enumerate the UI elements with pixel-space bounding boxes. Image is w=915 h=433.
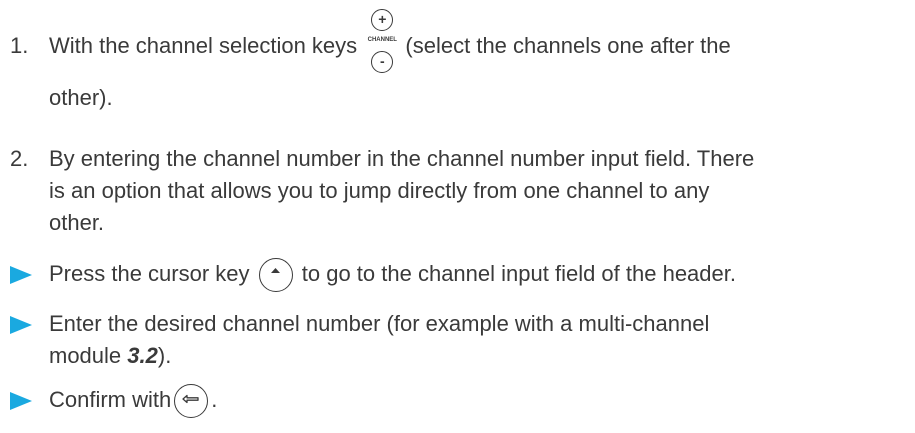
- list-item-1-after: (select the channels one after the: [405, 33, 731, 58]
- list-item-1: 1. With the channel selection keys + CHA…: [0, 9, 905, 110]
- channel-number-example: 3.2: [127, 343, 158, 368]
- list-item-1-line2: other).: [49, 85, 113, 110]
- step-3: Confirm with .: [0, 384, 905, 420]
- step-2-line2-before: module: [49, 343, 128, 368]
- step-1-after: to go to the channel input field of the …: [301, 261, 736, 286]
- list-item-2-text: By entering the channel number in the ch…: [49, 143, 905, 239]
- list-item-2-line2: is an option that allows you to jump dir…: [49, 178, 710, 203]
- step-2: Enter the desired channel number (for ex…: [0, 308, 905, 372]
- bullet-arrow-icon: [10, 392, 32, 410]
- bullet-arrow-icon: [10, 266, 32, 284]
- list-item-1-before: With the channel selection keys: [49, 33, 358, 58]
- step-1-text: Press the cursor key to go to the channe…: [49, 258, 905, 293]
- list-number-2: 2.: [10, 146, 29, 171]
- list-item-2-line3: other.: [49, 210, 105, 235]
- channel-key-label: CHANNEL: [367, 37, 397, 43]
- step-3-text: Confirm with .: [49, 384, 905, 419]
- list-number-1: 1.: [10, 33, 29, 58]
- step-3-before: Confirm with: [49, 387, 172, 412]
- list-item-2: 2. By entering the channel number in the…: [0, 143, 905, 243]
- channel-selection-keys-icon: + CHANNEL -: [365, 9, 397, 73]
- step-2-line2: module 3.2).: [49, 340, 905, 372]
- enter-key-icon: [174, 384, 209, 419]
- list-item-1-text: With the channel selection keys + CHANNE…: [49, 9, 905, 114]
- step-3-after: .: [211, 387, 218, 412]
- step-2-line1: Enter the desired channel number (for ex…: [49, 311, 710, 336]
- cursor-up-key-icon: [258, 258, 293, 293]
- channel-plus-key-icon: +: [371, 9, 394, 31]
- list-item-2-line1: By entering the channel number in the ch…: [49, 146, 755, 171]
- step-1-before: Press the cursor key: [49, 261, 250, 286]
- channel-minus-key-icon: -: [371, 51, 394, 73]
- bullet-arrow-icon: [10, 316, 32, 334]
- step-1: Press the cursor key to go to the channe…: [0, 258, 905, 294]
- step-2-text: Enter the desired channel number (for ex…: [49, 308, 905, 372]
- step-2-line2-after: ).: [157, 343, 172, 368]
